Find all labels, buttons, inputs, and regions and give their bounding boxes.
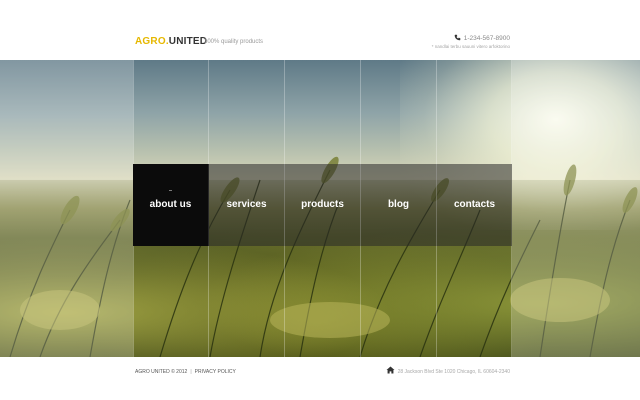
- phone-note: * nandlai terbu sauuni vitero arfoktorin…: [431, 44, 510, 49]
- hero-fade-left: [0, 60, 133, 357]
- nav-item-products[interactable]: products: [285, 164, 361, 246]
- page: AGRO.UNITED 100% quality products 1-234-…: [0, 0, 640, 400]
- phone-number[interactable]: 1-234-567-8900: [464, 35, 510, 42]
- address-text: 28 Jackson Blvd Ste 1020 Chicago, IL 606…: [397, 369, 510, 375]
- footer: AGRO UNITED © 2012 | PRIVACY POLICY 28 Jac…: [0, 357, 640, 400]
- logo-agro: AGRO: [135, 36, 166, 47]
- nav-label: products: [301, 199, 344, 210]
- privacy-policy-link[interactable]: PRIVACY POLICY: [195, 369, 236, 375]
- footer-separator: |: [190, 369, 192, 375]
- phone-line: 1-234-567-8900: [432, 34, 510, 43]
- phone-block: 1-234-567-8900 * nandlai terbu sauuni vi…: [432, 34, 510, 50]
- footer-left: AGRO UNITED © 2012 | PRIVACY POLICY: [135, 369, 236, 376]
- main-nav: about us services products blog contacts: [133, 164, 512, 246]
- hero-image: about us services products blog contacts: [0, 60, 640, 357]
- nav-item-contacts[interactable]: contacts: [437, 164, 512, 246]
- nav-item-blog[interactable]: blog: [361, 164, 437, 246]
- nav-label: contacts: [453, 199, 496, 210]
- nav-label: blog: [387, 199, 410, 210]
- hero-fade-right: [512, 60, 640, 357]
- copyright: AGRO UNITED © 2012: [135, 369, 188, 375]
- home-icon: [386, 366, 395, 374]
- nav-item-about-us[interactable]: about us: [133, 164, 209, 246]
- phone-icon: [454, 34, 461, 41]
- nav-active-indicator: [169, 190, 172, 191]
- logo-united: UNITED: [168, 36, 208, 47]
- footer-address: 28 Jackson Blvd Ste 1020 Chicago, IL 606…: [386, 366, 510, 376]
- slogan: 100% quality products: [204, 39, 264, 45]
- nav-label: about us: [149, 199, 192, 210]
- nav-item-services[interactable]: services: [209, 164, 285, 246]
- header: AGRO.UNITED 100% quality products 1-234-…: [0, 0, 640, 60]
- nav-label: services: [226, 199, 267, 210]
- logo[interactable]: AGRO.UNITED: [135, 36, 207, 48]
